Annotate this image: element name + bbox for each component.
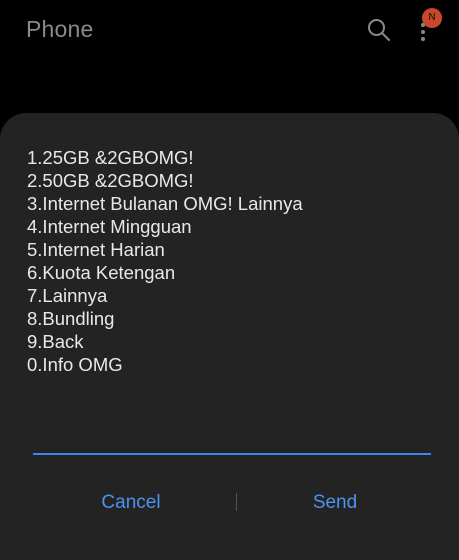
menu-item: 4.Internet Mingguan [27, 216, 192, 237]
ussd-menu-list: 1.25GB &2GBOMG! 2.50GB &2GBOMG! 3.Intern… [27, 146, 303, 376]
button-divider [236, 493, 237, 511]
menu-item: 9.Back [27, 331, 84, 352]
menu-item: 7.Lainnya [27, 285, 108, 306]
ussd-dialog: 1.25GB &2GBOMG! 2.50GB &2GBOMG! 3.Intern… [0, 113, 459, 560]
menu-item: 3.Internet Bulanan OMG! Lainnya [27, 193, 303, 214]
app-title: Phone [26, 16, 94, 42]
menu-item: 6.Kuota Ketengan [27, 262, 176, 283]
notification-badge: N [422, 8, 442, 28]
menu-item: 1.25GB &2GBOMG! [27, 147, 194, 168]
search-icon [368, 19, 390, 41]
menu-item: 8.Bundling [27, 308, 115, 329]
menu-item: 0.Info OMG [27, 354, 123, 375]
reply-input[interactable] [33, 423, 431, 455]
menu-item: 5.Internet Harian [27, 239, 165, 260]
search-button[interactable] [366, 17, 392, 43]
cancel-button[interactable]: Cancel [61, 483, 201, 523]
app-bar: Phone N [0, 0, 459, 60]
send-button[interactable]: Send [265, 483, 405, 523]
phone-app-screen: Phone N 1.25GB &2GBOMG! 2.50GB &2GBOMG! … [0, 0, 459, 560]
menu-item: 2.50GB &2GBOMG! [27, 170, 194, 191]
